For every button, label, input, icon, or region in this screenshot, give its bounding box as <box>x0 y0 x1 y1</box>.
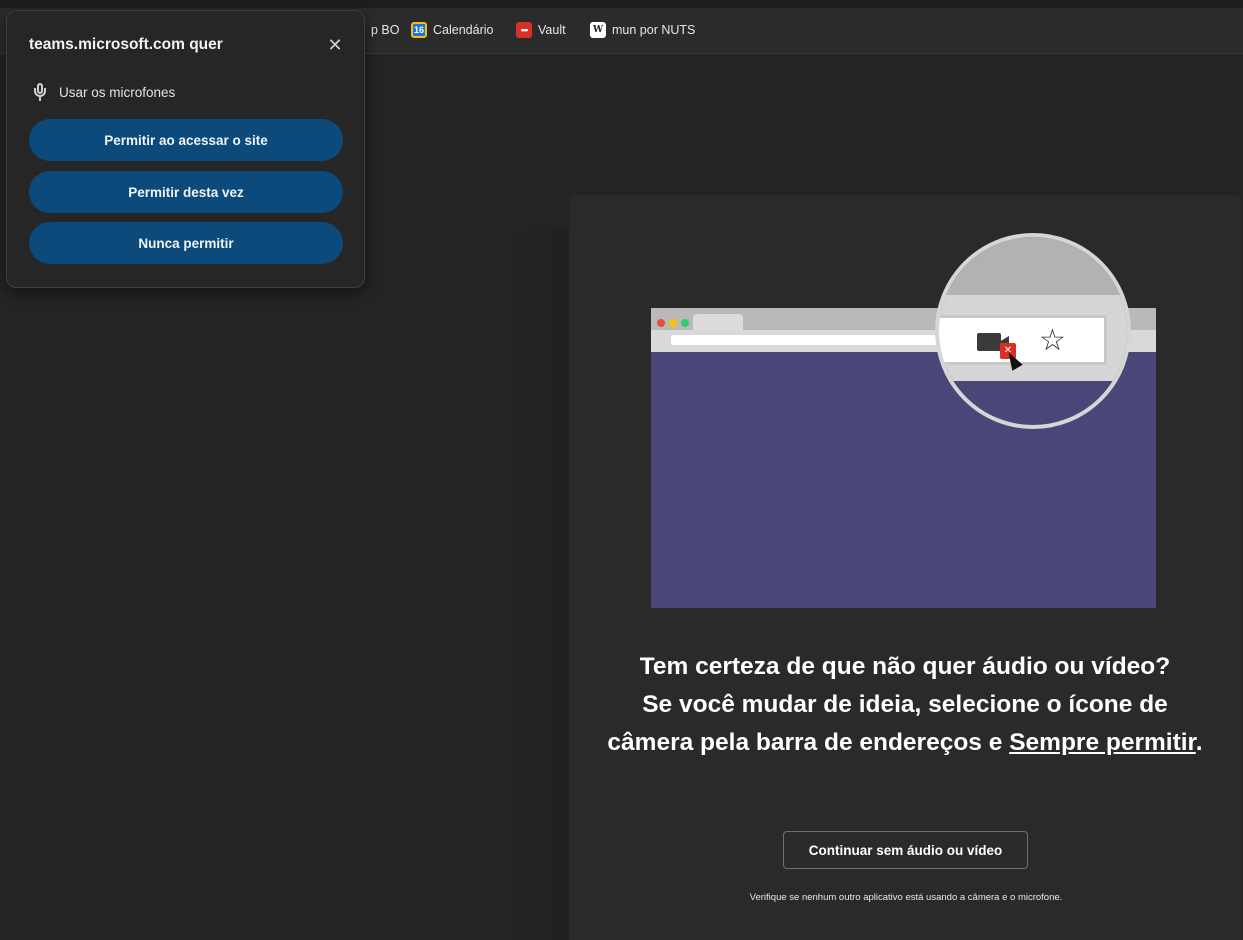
message-end: . <box>1195 729 1203 756</box>
permission-label: Usar os microfones <box>59 84 176 100</box>
bookmark-label: Vault <box>538 23 566 37</box>
magnifier-field <box>939 315 1107 365</box>
no-av-message: Tem certeza de que não quer áudio ou víd… <box>600 648 1210 762</box>
never-allow-button[interactable]: Nunca permitir <box>29 222 343 264</box>
permission-row: Usar os microfones <box>33 83 175 101</box>
star-icon: ☆ <box>1039 324 1066 357</box>
microphone-icon <box>33 83 47 101</box>
vault-icon: ••• <box>516 22 532 38</box>
calendar-icon: 16 <box>411 22 427 38</box>
wikipedia-icon: W <box>590 22 606 38</box>
bookmark-mun-por-nuts[interactable]: W mun por NUTS <box>590 20 695 40</box>
magnifier-top <box>939 237 1127 295</box>
magnifier-illustration: ✕ ☆ <box>935 233 1131 429</box>
bookmark-label: Calendário <box>433 23 494 37</box>
window-dot-red <box>657 319 665 327</box>
device-hint-text: Verifique se nenhum outro aplicativo est… <box>749 892 1063 903</box>
illustration-address-field <box>671 335 971 345</box>
bookmark-label: mun por NUTS <box>612 23 696 37</box>
message-line1: Tem certeza de que não quer áudio ou víd… <box>639 653 1171 680</box>
always-allow-link: Sempre permitir <box>1009 729 1196 756</box>
bookmark-bo[interactable]: p BO <box>371 20 400 40</box>
side-shadow <box>505 230 575 940</box>
bookmark-vault[interactable]: ••• Vault <box>516 20 566 40</box>
bookmark-label: p BO <box>371 23 400 37</box>
window-dot-green <box>681 319 689 327</box>
permission-popup: teams.microsoft.com quer ✕ Usar os micro… <box>6 10 365 288</box>
continue-without-av-button[interactable]: Continuar sem áudio ou vídeo <box>783 831 1028 869</box>
camera-icon <box>977 333 1009 351</box>
window-dot-yellow <box>669 319 677 327</box>
popup-title: teams.microsoft.com quer <box>29 36 223 53</box>
close-icon[interactable]: ✕ <box>325 35 345 55</box>
bookmark-calendario[interactable]: 16 Calendário <box>411 20 493 40</box>
illustration-tab <box>693 314 743 330</box>
allow-on-visit-button[interactable]: Permitir ao acessar o site <box>29 119 343 161</box>
allow-this-time-button[interactable]: Permitir desta vez <box>29 171 343 213</box>
